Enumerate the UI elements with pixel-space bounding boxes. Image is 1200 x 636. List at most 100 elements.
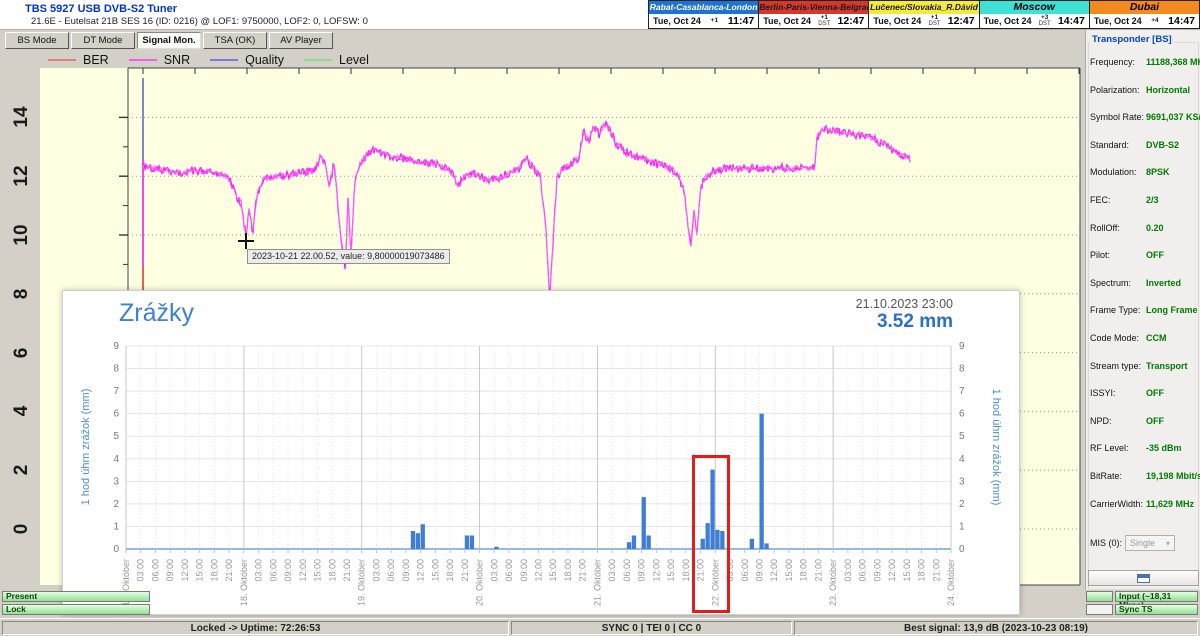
svg-text:4: 4 [959,454,965,465]
lock-indicator: Lock [2,604,150,615]
legend-item-quality: Quality [210,53,284,67]
tab-av-player[interactable]: AV Player [269,32,333,49]
transponder-field-codemode: Code Mode:CCM [1090,333,1198,343]
svg-text:09:00: 09:00 [401,559,411,582]
clock-dubai: DubaiTue, Oct 24+414:47 [1089,1,1199,28]
svg-text:20. Október: 20. Október [475,559,485,606]
tab-tsa-ok-[interactable]: TSA (OK) [203,32,267,49]
field-label: Frequency: [1090,57,1146,67]
tuner-app-window: TBS 5927 USB DVB-S2 Tuner 21.6E - Eutels… [0,0,1200,636]
field-label: Modulation: [1090,167,1146,177]
svg-text:21:00: 21:00 [931,559,941,582]
field-value: 9691,037 KS/s [1146,112,1200,122]
clock-utc-offset: +1DST [818,15,830,28]
field-label: RF Level: [1090,443,1146,453]
tab-signal-mon-[interactable]: Signal Mon. [137,32,201,49]
field-label: Code Mode: [1090,333,1146,343]
svg-text:8: 8 [959,364,965,375]
transponder-field-fec: FEC:2/3 [1090,195,1198,205]
svg-text:12:00: 12:00 [769,559,779,582]
field-value: 0.20 [1146,223,1164,233]
y-axis-tick-label: 4 [11,396,33,426]
sync-status: SYNC 0 | TEI 0 | CC 0 [511,621,792,635]
transponder-field-bitrate: BitRate:19,198 Mbit/s [1090,471,1198,481]
clock-lu-enec-slovakia-r-d-vid: Lučenec/Slovakia_R.DávidTue, Oct 24+1DST… [868,1,978,28]
field-label: RollOff: [1090,223,1146,233]
field-value: 2/3 [1146,195,1159,205]
svg-text:06:00: 06:00 [504,559,514,582]
legend-line-swatch [48,59,76,61]
collapse-panel-button[interactable] [1088,570,1199,586]
svg-text:06:00: 06:00 [740,559,750,582]
field-value: DVB-S2 [1146,140,1179,150]
svg-text:12:00: 12:00 [416,559,426,582]
svg-text:15:00: 15:00 [902,559,912,582]
svg-text:18:00: 18:00 [445,559,455,582]
clock-city-label: Rabat-Casablanca-London [649,1,758,14]
svg-text:18. Október: 18. Október [239,559,249,606]
svg-text:15:00: 15:00 [195,559,205,582]
svg-text:21. Október: 21. Október [592,559,602,606]
transponder-field-modulation: Modulation:8PSK [1090,167,1198,177]
svg-text:19. Október: 19. Október [357,559,367,606]
highlight-red-box [692,455,730,613]
field-label: Polarization: [1090,85,1146,95]
field-value: Inverted [1146,278,1181,288]
svg-text:12:00: 12:00 [534,559,544,582]
svg-text:03:00: 03:00 [371,559,381,582]
tab-bs-mode[interactable]: BS Mode [5,32,69,49]
crosshair-icon [245,233,247,249]
transponder-field-polarization: Polarization:Horizontal [1090,85,1198,95]
svg-text:5: 5 [959,431,965,442]
field-value: CCM [1146,333,1167,343]
svg-text:0: 0 [959,544,965,555]
field-value: OFF [1146,416,1164,426]
mis-label: MIS (0): [1090,538,1122,548]
value-tooltip: 2023-10-21 22.00.52, value: 9,8000001907… [247,249,450,264]
field-value: Horizontal [1146,85,1190,95]
svg-text:8: 8 [113,364,119,375]
tab-bar: BS ModeDT ModeSignal Mon.TSA (OK)AV Play… [0,30,1082,50]
field-value: 19,198 Mbit/s [1146,471,1200,481]
clock-time-row: Tue, Oct 24+111:47 [649,14,758,28]
svg-text:12:00: 12:00 [651,559,661,582]
window-icon [1137,574,1150,583]
status-bar: Locked -> Uptime: 72:26:53 SYNC 0 | TEI … [0,618,1200,636]
svg-text:06:00: 06:00 [858,559,868,582]
clock-time-row: Tue, Oct 24 +3DST 14:47 [980,14,1089,28]
transponder-field-rflevel: RF Level:-35 dBm [1090,443,1198,453]
field-label: FEC: [1090,195,1146,205]
clock-utc-offset: +1DST [929,15,941,28]
svg-text:03:00: 03:00 [254,559,264,582]
svg-text:15:00: 15:00 [430,559,440,582]
clock-time-value: 14:47 [1058,15,1085,27]
field-value: 8PSK [1146,167,1170,177]
clock-time-row: Tue, Oct 24+1DST12:47 [759,14,868,28]
clock-date: Tue, Oct 24 [873,16,921,26]
clock-dst-flag: DST [1039,21,1051,27]
svg-text:12:00: 12:00 [180,559,190,582]
satellite-info: 21.6E - Eutelsat 21B SES 16 (ID: 0216) @… [31,16,368,27]
transponder-field-streamtype: Stream type:Transport [1090,361,1198,371]
mis-row: MIS (0): Single ▾ [1090,535,1198,551]
sync-level-bar [1086,604,1113,615]
clock-city-label: Moscow [980,1,1089,14]
app-title: TBS 5927 USB DVB-S2 Tuner [25,3,177,15]
svg-text:3: 3 [959,476,965,487]
svg-text:21:00: 21:00 [813,559,823,582]
svg-text:03:00: 03:00 [607,559,617,582]
svg-text:15:00: 15:00 [313,559,323,582]
transponder-header: Transponder [BS] [1090,34,1174,45]
svg-text:7: 7 [959,386,965,397]
mis-dropdown[interactable]: Single ▾ [1125,535,1175,551]
clock-date: Tue, Oct 24 [984,16,1032,26]
tab-dt-mode[interactable]: DT Mode [71,32,135,49]
clock-utc-offset: +3DST [1039,15,1051,28]
field-label: ISSYI: [1090,388,1146,398]
svg-text:06:00: 06:00 [622,559,632,582]
svg-text:4: 4 [113,454,119,465]
svg-text:21:00: 21:00 [224,559,234,582]
svg-text:3: 3 [113,476,119,487]
svg-text:2: 2 [113,499,119,510]
svg-text:18:00: 18:00 [209,559,219,582]
